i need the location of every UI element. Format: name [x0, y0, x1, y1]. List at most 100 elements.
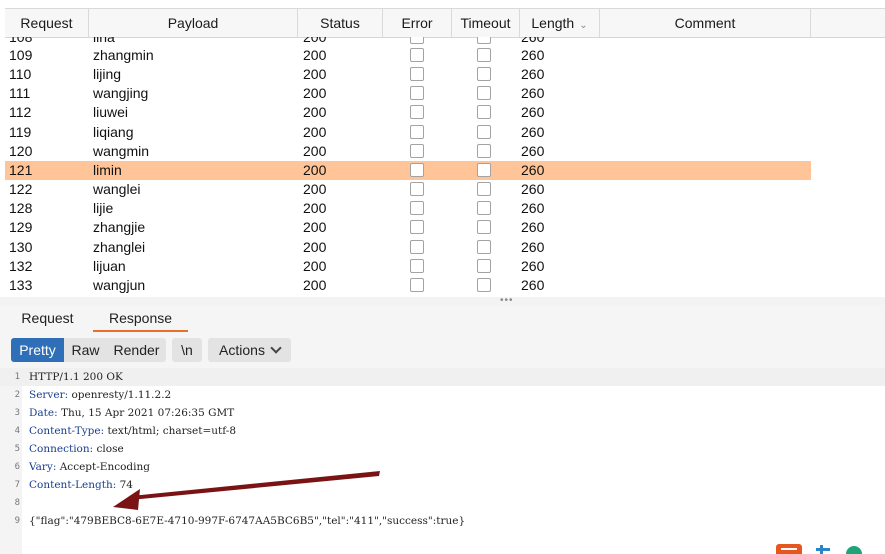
line-number: 3	[14, 408, 20, 418]
timeout-checkbox	[477, 239, 491, 254]
error-checkbox	[410, 143, 424, 158]
column-header-request[interactable]: Request	[5, 9, 89, 37]
cell-request: 132	[9, 257, 33, 274]
pane-splitter[interactable]: •••	[0, 295, 885, 306]
cell-request: 110	[9, 66, 32, 83]
cell-status: 200	[303, 219, 327, 236]
cell-status: 200	[303, 161, 327, 178]
cell-payload: zhangmin	[93, 47, 154, 63]
cell-length: 260	[521, 85, 545, 102]
error-checkbox	[410, 67, 424, 82]
code-line: 4 Content-Type: text/html; charset=utf-8	[0, 422, 885, 440]
pretty-button[interactable]: Pretty	[11, 338, 64, 362]
cell-payload: limin	[93, 161, 122, 178]
code-line: 1 HTTP/1.1 200 OK	[0, 368, 885, 386]
cell-status: 200	[303, 85, 327, 102]
timeout-checkbox	[477, 143, 491, 158]
cell-length: 260	[521, 200, 545, 217]
timeout-checkbox	[477, 124, 491, 139]
line-number: 9	[14, 516, 20, 526]
header-key: Content-Type	[29, 425, 101, 437]
actions-dropdown[interactable]: Actions	[208, 338, 291, 362]
header-value: close	[93, 443, 124, 455]
cell-status: 200	[303, 66, 327, 83]
line-number: 2	[14, 390, 20, 400]
code-text: Date: Thu, 15 Apr 2021 07:26:35 GMT	[29, 404, 234, 422]
error-checkbox	[410, 86, 424, 101]
table-row[interactable]: 121 limin 200 260	[5, 160, 811, 180]
cell-length: 260	[521, 66, 545, 83]
table-row[interactable]: 111 wangjing 200 260	[5, 84, 811, 103]
header-key: Vary	[29, 461, 53, 473]
newline-toggle-button[interactable]: \n	[172, 338, 202, 362]
line-number: 7	[14, 480, 20, 490]
column-header-comment[interactable]: Comment	[600, 9, 811, 37]
column-header-status[interactable]: Status	[298, 9, 383, 37]
error-checkbox	[410, 277, 424, 292]
table-row[interactable]: 133 wangjun 200 260	[5, 276, 811, 295]
error-checkbox	[410, 124, 424, 139]
tray-icon	[816, 545, 830, 554]
cell-payload: wangjun	[93, 276, 146, 293]
table-row[interactable]: 110 lijing 200 260	[5, 65, 811, 84]
cell-payload: lijie	[93, 200, 114, 217]
timeout-checkbox	[477, 258, 491, 273]
table-row[interactable]: 109 zhangmin 200 260	[5, 46, 811, 65]
render-button[interactable]: Render	[107, 338, 166, 362]
table-row[interactable]: 128 lijie 200 260	[5, 199, 811, 218]
cell-status: 200	[303, 181, 327, 198]
column-header-error[interactable]: Error	[383, 9, 452, 37]
cell-length: 260	[521, 181, 545, 198]
header-key: Date	[29, 407, 55, 419]
error-checkbox	[410, 162, 424, 177]
cell-length: 260	[521, 238, 545, 255]
line-number: 1	[14, 372, 20, 382]
timeout-checkbox	[477, 67, 491, 82]
cell-status: 200	[303, 123, 327, 140]
cell-request: 119	[9, 123, 32, 140]
header-value: Thu, 15 Apr 2021 07:26:35 GMT	[57, 407, 235, 419]
cell-payload: lijing	[93, 66, 122, 83]
chevron-down-icon	[270, 342, 282, 354]
error-checkbox	[410, 37, 424, 44]
raw-button[interactable]: Raw	[64, 338, 107, 362]
response-toolbar: Pretty Raw Render \n Actions	[0, 332, 885, 368]
response-editor[interactable]: 1 HTTP/1.1 200 OK 2 Server: openresty/1.11.…	[0, 368, 885, 554]
code-text: Server: openresty/1.11.2.2	[29, 386, 171, 404]
timeout-checkbox	[477, 182, 491, 197]
column-header-timeout[interactable]: Timeout	[452, 9, 520, 37]
table-row[interactable]: 112 liuwei 200 260	[5, 103, 811, 122]
column-header-payload[interactable]: Payload	[89, 9, 298, 37]
table-row[interactable]: 120 wangmin 200 260	[5, 142, 811, 161]
table-body: 108 lina 200 260 109 zhangmin 200 260 110 lij…	[5, 37, 885, 298]
error-checkbox	[410, 239, 424, 254]
cell-status: 200	[303, 276, 327, 293]
timeout-checkbox	[477, 105, 491, 120]
timeout-checkbox	[477, 48, 491, 62]
cell-request: 109	[9, 47, 33, 63]
cell-status: 200	[303, 142, 327, 159]
cell-length: 260	[521, 47, 545, 63]
column-header-length[interactable]: Length ⌄	[520, 9, 600, 37]
header-key: Content-Length	[29, 479, 113, 491]
drag-handle-icon: •••	[500, 295, 514, 306]
tab-request[interactable]: Request	[10, 305, 85, 332]
code-line: 3 Date: Thu, 15 Apr 2021 07:26:35 GMT	[0, 404, 885, 422]
message-tabs: Request Response	[0, 305, 885, 332]
table-row[interactable]: 130 zhanglei 200 260	[5, 238, 811, 257]
table-row[interactable]: 119 liqiang 200 260	[5, 123, 811, 142]
table-row[interactable]: 122 wanglei 200 260	[5, 180, 811, 199]
tab-response[interactable]: Response	[93, 305, 188, 332]
table-row[interactable]: 132 lijuan 200 260	[5, 257, 811, 276]
code-line: 8	[0, 494, 885, 512]
table-row[interactable]: 129 zhangjie 200 260	[5, 218, 811, 237]
cell-length: 260	[521, 276, 545, 293]
cell-request: 130	[9, 238, 33, 255]
sort-desc-icon: ⌄	[579, 20, 588, 31]
cell-length: 260	[521, 123, 545, 140]
cell-payload: zhangjie	[93, 219, 146, 236]
timeout-checkbox	[477, 220, 491, 235]
line-number: 4	[14, 426, 20, 436]
code-line: 2 Server: openresty/1.11.2.2	[0, 386, 885, 404]
cell-request: 129	[9, 219, 33, 236]
